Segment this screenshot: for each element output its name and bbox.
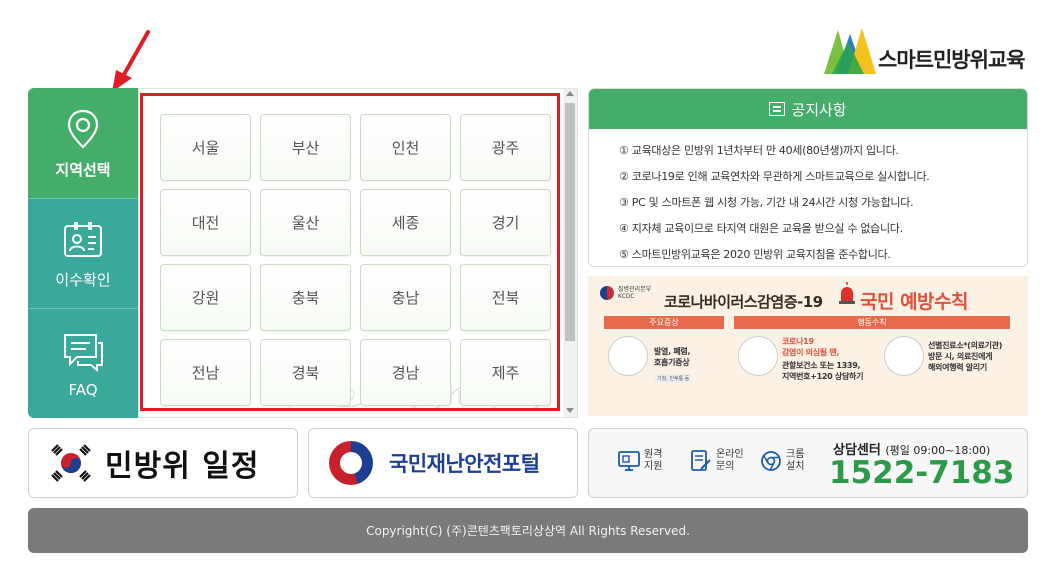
doctor-icon xyxy=(884,336,924,376)
schedule-label: 민방위 일정 xyxy=(105,449,260,484)
region-button[interactable]: 전남 xyxy=(160,339,251,406)
region-button[interactable]: 강원 xyxy=(160,264,251,331)
center-phone-number[interactable]: 1522-7183 xyxy=(829,455,1014,491)
safety-portal-logo-icon xyxy=(329,441,373,485)
location-pin-icon xyxy=(67,109,99,149)
region-button[interactable]: 충남 xyxy=(360,264,451,331)
menu-region-select[interactable]: 지역선택 xyxy=(28,88,138,198)
logo-text: 스마트민방위교육 xyxy=(878,48,1026,72)
menu-label: FAQ xyxy=(68,380,98,399)
siren-icon xyxy=(839,282,855,304)
region-highlight-frame: 서울 부산 인천 광주대전 울산 세종 경기강원 충북 충남 전북전남 경북 경남 제주 xyxy=(140,93,560,411)
online-inquiry-button[interactable]: 온라인 문의 xyxy=(689,449,744,473)
kcdc-logo: 질병관리본부 KCDC xyxy=(600,286,651,300)
region-button[interactable]: 서울 xyxy=(160,114,251,181)
scroll-thumb[interactable] xyxy=(565,103,575,341)
monitor-icon xyxy=(618,451,640,471)
notice-box: 공지사항 ① 교육대상은 민방위 1년차부터 만 40세(80년생)까지 입니다… xyxy=(588,88,1028,267)
support-center: 원격 지원 온라인 문의 크롬 설치 상담센터 (평일 09:00~18:00) 15… xyxy=(588,428,1028,498)
document-edit-icon xyxy=(691,450,711,471)
symptoms-text: 발열, 폐렴, 호흡기증상 xyxy=(654,347,691,367)
region-button[interactable]: 경기 xyxy=(460,189,551,256)
civil-defense-schedule-button[interactable]: 민방위 일정 xyxy=(28,428,298,498)
tag-rules: 행동수칙 xyxy=(734,316,1010,329)
menu-label: 이수확인 xyxy=(55,271,111,289)
region-button[interactable]: 전북 xyxy=(460,264,551,331)
taegukgi-icon xyxy=(51,444,91,482)
chat-bubble-icon xyxy=(64,333,103,372)
banner-slogan: 국민 예방수칙 xyxy=(860,291,969,313)
notice-title: 공지사항 xyxy=(791,100,847,119)
region-button[interactable]: 인천 xyxy=(360,114,451,181)
region-button[interactable]: 경북 xyxy=(260,339,351,406)
region-button[interactable]: 세종 xyxy=(360,189,451,256)
red-arrow-icon xyxy=(112,30,150,92)
id-card-icon xyxy=(64,222,102,257)
notice-item: ④ 지자체 교육이므로 타지역 대원은 교육을 받으실 수 없습니다. xyxy=(619,222,903,235)
region-button[interactable]: 광주 xyxy=(460,114,551,181)
covid-prevention-banner[interactable]: 질병관리본부 KCDC 코로나바이러스감염증-19 국민 예방수칙 주요증상 행… xyxy=(588,276,1028,416)
menu-completion-check[interactable]: 이수확인 xyxy=(28,198,138,308)
hospital-icon xyxy=(738,336,778,376)
agency-name: 질병관리본부 xyxy=(618,286,652,293)
notice-item: ① 교육대상은 민방위 1년차부터 만 40세(80년생)까지 입니다. xyxy=(619,144,899,157)
region-button[interactable]: 제주 xyxy=(460,339,551,406)
portal-label: 국민재난안전포털 xyxy=(389,452,540,476)
region-button[interactable]: 부산 xyxy=(260,114,351,181)
symptoms-small: 기침, 인후통 등 xyxy=(654,374,693,383)
notice-header[interactable]: 공지사항 xyxy=(589,89,1027,129)
scroll-down-icon[interactable] xyxy=(566,408,574,413)
region-panel: 서울 부산 인천 광주대전 울산 세종 경기강원 충북 충남 전북전남 경북 경남 제주 xyxy=(138,88,578,418)
chrome-icon xyxy=(761,451,781,471)
notice-list: ① 교육대상은 민방위 1년차부터 만 40세(80년생)까지 입니다. ② 코… xyxy=(589,129,1027,266)
chrome-label-2: 설치 xyxy=(786,461,805,472)
rule2-text: 선별진료소*(의료기관) 방문 시, 의료진에게 해외여행력 알리기 xyxy=(928,341,1003,372)
chrome-install-button[interactable]: 크롬 설치 xyxy=(759,449,804,473)
online-label-2: 문의 xyxy=(716,461,735,472)
banner-title: 코로나바이러스감염증-19 xyxy=(664,293,823,311)
safety-portal-button[interactable]: 국민재난안전포털 xyxy=(308,428,578,498)
scroll-up-icon[interactable] xyxy=(566,91,574,96)
remote-support-button[interactable]: 원격 지원 xyxy=(617,449,662,473)
symptom-person-icon xyxy=(608,336,648,376)
region-button[interactable]: 대전 xyxy=(160,189,251,256)
rule1-red: 코로나19 감염이 의심될 땐, xyxy=(782,337,840,357)
menu-faq[interactable]: FAQ xyxy=(28,308,138,418)
notice-item: ③ PC 및 스마트폰 웹 시청 가능, 기간 내 24시간 시청 가능합니다. xyxy=(619,196,914,209)
rule1-text: 관할보건소 또는 1339, 지역번호+120 상담하기 xyxy=(782,361,864,381)
region-button[interactable]: 충북 xyxy=(260,264,351,331)
chrome-label-1: 크롬 xyxy=(786,449,805,460)
footer-copyright: Copyright(C) (주)콘텐츠팩토리상상역 All Rights Res… xyxy=(28,508,1028,553)
online-label-1: 온라인 xyxy=(716,449,744,460)
remote-label-1: 원격 xyxy=(644,449,663,460)
kcdc-emblem-icon xyxy=(600,286,614,300)
agency-abbr: KCDC xyxy=(618,293,635,300)
site-logo[interactable]: 스마트민방위교육 xyxy=(824,26,1034,76)
menu-label: 지역선택 xyxy=(55,160,111,179)
notice-list-icon xyxy=(769,102,786,116)
region-grid: 서울 부산 인천 광주대전 울산 세종 경기강원 충북 충남 전북전남 경북 경남 제주 xyxy=(160,114,555,406)
logo-mountains-icon xyxy=(824,28,876,74)
remote-label-2: 지원 xyxy=(644,461,663,472)
left-menu: 지역선택 이수확인 FAQ xyxy=(28,88,138,418)
notice-item: ⑤ 스마트민방위교육은 2020 민방위 교육지침을 준수합니다. xyxy=(619,248,891,261)
region-button[interactable]: 울산 xyxy=(260,189,351,256)
tag-symptoms: 주요증상 xyxy=(604,316,724,329)
notice-item: ② 코로나19로 인해 교육연차와 무관하게 스마트교육으로 실시합니다. xyxy=(619,170,930,183)
region-button[interactable]: 경남 xyxy=(360,339,451,406)
region-scrollbar[interactable] xyxy=(563,89,577,417)
